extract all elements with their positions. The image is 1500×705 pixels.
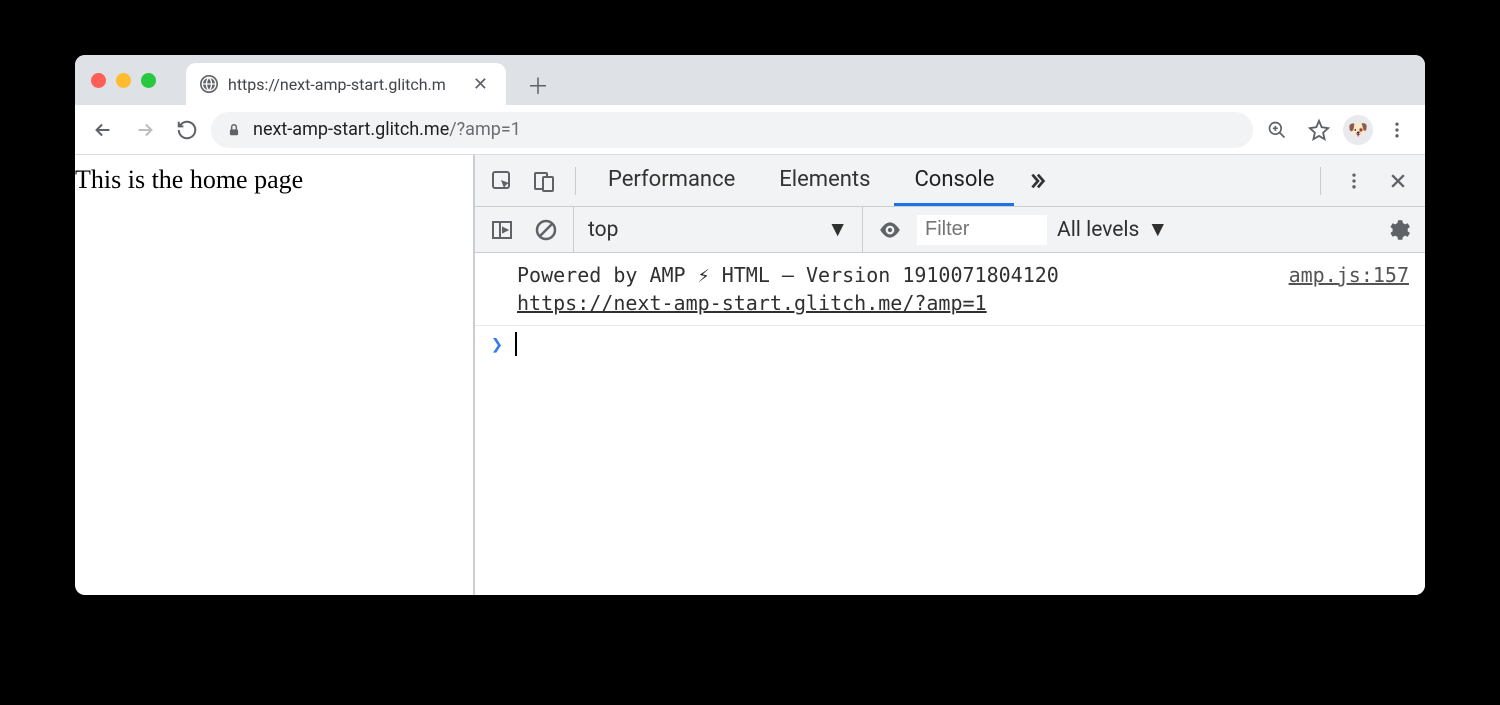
console-sidebar-toggle-icon[interactable] (485, 213, 519, 247)
console-message: Powered by AMP ⚡ HTML – Version 19100718… (517, 261, 1269, 317)
clear-console-icon[interactable] (529, 213, 563, 247)
more-tabs-icon[interactable] (1018, 162, 1056, 200)
text-caret (515, 332, 517, 356)
device-toolbar-icon[interactable] (525, 162, 563, 200)
url-text: next-amp-start.glitch.me/?amp=1 (253, 119, 521, 140)
chevron-down-icon: ▼ (1147, 218, 1168, 242)
console-settings-icon[interactable] (1381, 213, 1415, 247)
execution-context-selector[interactable]: top ▼ (573, 207, 863, 252)
new-tab-button[interactable]: ＋ (520, 67, 556, 103)
globe-icon (200, 75, 218, 93)
browser-window: https://next-amp-start.glitch.m ✕ ＋ next… (75, 55, 1425, 595)
prompt-chevron-icon: ❯ (491, 332, 515, 356)
url-path: /?amp=1 (449, 119, 521, 140)
tab-console[interactable]: Console (894, 155, 1014, 206)
inspect-element-icon[interactable] (483, 162, 521, 200)
log-levels-selector[interactable]: All levels ▼ (1057, 218, 1168, 242)
tab-title: https://next-amp-start.glitch.m (228, 75, 446, 94)
minimize-window-button[interactable] (116, 73, 131, 88)
console-filter-input[interactable] (917, 215, 1047, 245)
console-log-row[interactable]: Powered by AMP ⚡ HTML – Version 19100718… (475, 253, 1425, 326)
profile-avatar[interactable]: 🐶 (1343, 115, 1373, 145)
maximize-window-button[interactable] (141, 73, 156, 88)
close-window-button[interactable] (91, 73, 106, 88)
page-viewport: This is the home page (75, 155, 475, 595)
console-prompt[interactable]: ❯ (475, 326, 1425, 362)
console-toolbar: top ▼ All levels ▼ (475, 207, 1425, 253)
log-text-line1: Powered by AMP ⚡ HTML – Version 19100718… (517, 263, 1059, 287)
page-body-text: This is the home page (75, 165, 303, 194)
log-text-line2: https://next-amp-start.glitch.me/?amp=1 (517, 291, 987, 315)
tab-strip: https://next-amp-start.glitch.m ✕ ＋ (75, 55, 1425, 105)
levels-label: All levels (1057, 218, 1139, 242)
devtools-panel: Performance Elements Console (475, 155, 1425, 595)
chevron-down-icon: ▼ (827, 218, 848, 242)
console-output: Powered by AMP ⚡ HTML – Version 19100718… (475, 253, 1425, 595)
zoom-button[interactable] (1259, 112, 1295, 148)
browser-menu-button[interactable] (1379, 112, 1415, 148)
browser-toolbar: next-amp-start.glitch.me/?amp=1 🐶 (75, 105, 1425, 155)
content-area: This is the home page Performance Elemen… (75, 155, 1425, 595)
close-tab-button[interactable]: ✕ (469, 74, 492, 95)
reload-button[interactable] (169, 112, 205, 148)
browser-tab[interactable]: https://next-amp-start.glitch.m ✕ (186, 63, 506, 105)
close-devtools-icon[interactable] (1379, 162, 1417, 200)
separator (575, 167, 576, 195)
tab-elements[interactable]: Elements (759, 155, 890, 206)
back-button[interactable] (85, 112, 121, 148)
live-expression-icon[interactable] (873, 213, 907, 247)
forward-button[interactable] (127, 112, 163, 148)
context-label: top (588, 218, 618, 242)
devtools-menu-icon[interactable] (1335, 162, 1373, 200)
window-controls (91, 55, 186, 105)
address-bar[interactable]: next-amp-start.glitch.me/?amp=1 (211, 112, 1253, 148)
bookmark-button[interactable] (1301, 112, 1337, 148)
console-source-link[interactable]: amp.js:157 (1269, 261, 1409, 317)
devtools-tab-bar: Performance Elements Console (475, 155, 1425, 207)
lock-icon (227, 122, 241, 138)
tab-performance[interactable]: Performance (588, 155, 755, 206)
separator (1320, 167, 1321, 195)
url-host: next-amp-start.glitch.me (253, 119, 449, 140)
